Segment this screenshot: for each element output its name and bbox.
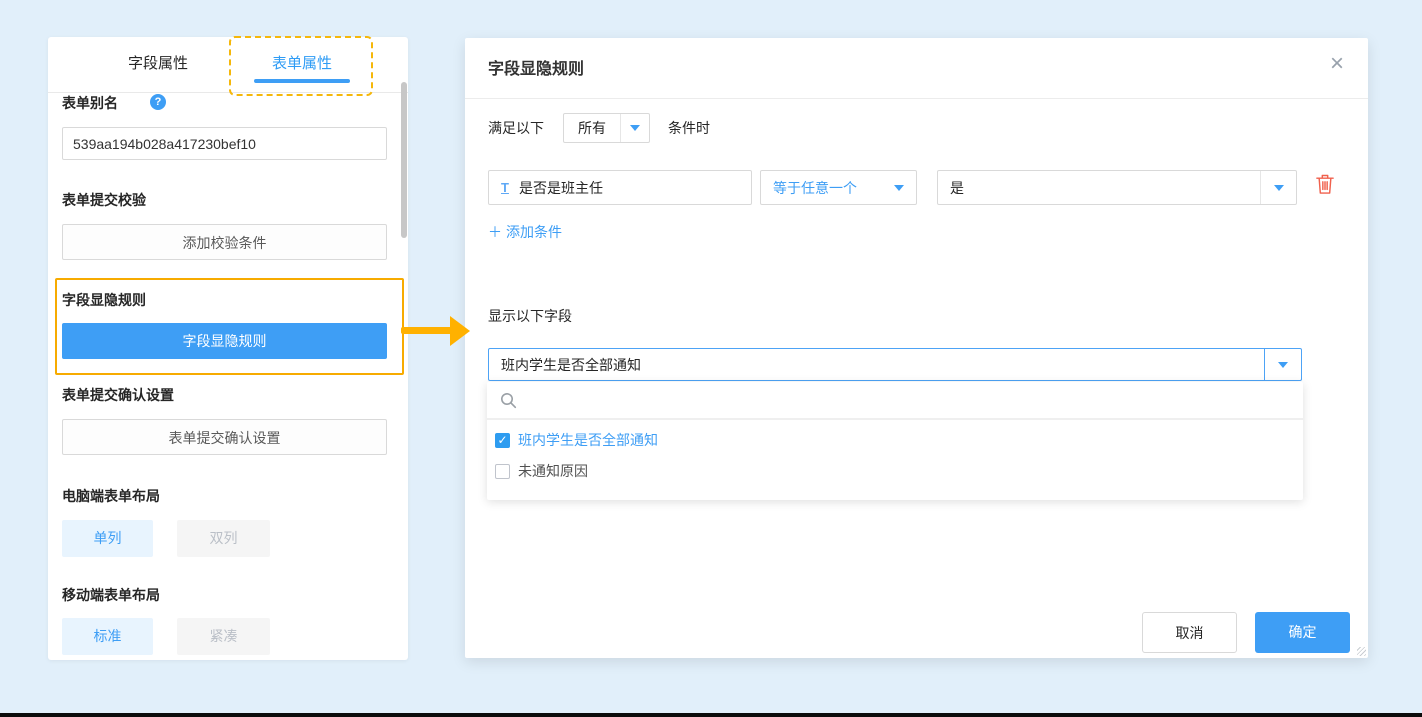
- form-properties-panel: 字段属性 表单属性 表单别名 ? 表单提交校验 添加校验条件 字段显隐规则 字段…: [48, 37, 408, 660]
- field-visibility-label: 字段显隐规则: [62, 292, 146, 308]
- delete-condition-button[interactable]: [1316, 174, 1334, 200]
- condition-value-text: 是: [950, 178, 1260, 198]
- chevron-down-icon: [1278, 362, 1288, 368]
- sidebar-scrollbar[interactable]: [401, 82, 407, 238]
- option-label: 班内学生是否全部通知: [518, 430, 658, 450]
- match-mode-value: 所有: [564, 114, 620, 142]
- chevron-down-icon: [630, 125, 640, 131]
- add-condition-label: 添加条件: [506, 224, 562, 240]
- mobile-layout-compact-toggle[interactable]: 紧凑: [177, 618, 270, 655]
- search-icon: [500, 392, 517, 409]
- pointer-arrow-head: [450, 316, 470, 346]
- panel-tabs: 字段属性 表单属性: [48, 37, 408, 93]
- match-mode-select[interactable]: 所有: [563, 113, 650, 143]
- checkbox-unchecked-icon[interactable]: [495, 464, 510, 479]
- chevron-down-icon: [1274, 185, 1284, 191]
- plus-icon: ＋: [488, 224, 502, 240]
- add-validation-condition-button[interactable]: 添加校验条件: [62, 224, 387, 260]
- dialog-title: 字段显隐规则: [488, 55, 584, 79]
- mobile-layout-standard-toggle[interactable]: 标准: [62, 618, 153, 655]
- divider: [465, 98, 1368, 99]
- resize-grip[interactable]: [1357, 647, 1366, 656]
- dropdown-option[interactable]: 未通知原因: [495, 459, 588, 483]
- condition-suffix-text: 条件时: [668, 113, 710, 143]
- caret-cell[interactable]: [1264, 349, 1301, 380]
- help-icon[interactable]: ?: [150, 94, 166, 110]
- condition-field-box[interactable]: T 是否是班主任: [488, 170, 752, 205]
- field-visibility-rules-dialog: 字段显隐规则 × 满足以下 所有 条件时 T 是否是班主任 等于任意一个 是: [465, 38, 1368, 658]
- caret-cell[interactable]: [1260, 171, 1296, 204]
- screen: 字段属性 表单属性 表单别名 ? 表单提交校验 添加校验条件 字段显隐规则 字段…: [0, 0, 1422, 717]
- mobile-layout-label: 移动端表单布局: [62, 587, 160, 603]
- chevron-down-icon: [894, 185, 904, 191]
- show-fields-selected-value: 班内学生是否全部通知: [501, 355, 1264, 375]
- dropdown-option[interactable]: ✓ 班内学生是否全部通知: [495, 428, 658, 452]
- condition-field-name: 是否是班主任: [519, 178, 603, 198]
- submit-confirm-label: 表单提交确认设置: [62, 387, 174, 403]
- add-condition-button[interactable]: ＋添加条件: [488, 222, 562, 242]
- dropdown-search-row[interactable]: [487, 382, 1303, 420]
- tab-field-properties[interactable]: 字段属性: [100, 50, 216, 78]
- submit-validation-label: 表单提交校验: [62, 192, 146, 208]
- show-fields-dropdown-panel: ✓ 班内学生是否全部通知 未通知原因: [487, 382, 1303, 500]
- pc-layout-label: 电脑端表单布局: [62, 488, 160, 504]
- show-fields-select[interactable]: 班内学生是否全部通知: [488, 348, 1302, 381]
- condition-value-select[interactable]: 是: [937, 170, 1297, 205]
- form-alias-input[interactable]: [62, 127, 387, 160]
- bottom-border-bar: [0, 713, 1422, 717]
- form-alias-label: 表单别名 ?: [62, 95, 118, 111]
- condition-prefix-text: 满足以下: [488, 113, 544, 143]
- field-visibility-rules-button[interactable]: 字段显隐规则: [62, 323, 387, 359]
- pc-layout-double-toggle[interactable]: 双列: [177, 520, 270, 557]
- text-field-icon: T: [501, 181, 509, 195]
- show-fields-label: 显示以下字段: [488, 306, 572, 326]
- trash-icon: [1316, 174, 1334, 195]
- active-tab-underline: [254, 79, 350, 83]
- form-alias-label-text: 表单别名: [62, 95, 118, 111]
- close-icon[interactable]: ×: [1330, 52, 1344, 76]
- submit-confirm-settings-button[interactable]: 表单提交确认设置: [62, 419, 387, 455]
- pc-layout-single-toggle[interactable]: 单列: [62, 520, 153, 557]
- tab-form-properties[interactable]: 表单属性: [244, 50, 360, 78]
- cancel-button[interactable]: 取消: [1142, 612, 1237, 653]
- option-label: 未通知原因: [518, 461, 588, 481]
- checkbox-checked-icon[interactable]: ✓: [495, 433, 510, 448]
- pointer-arrow: [401, 327, 453, 334]
- confirm-button[interactable]: 确定: [1255, 612, 1350, 653]
- condition-operator-select[interactable]: 等于任意一个: [760, 170, 917, 205]
- condition-operator-value: 等于任意一个: [773, 178, 894, 198]
- caret-cell[interactable]: [620, 114, 649, 142]
